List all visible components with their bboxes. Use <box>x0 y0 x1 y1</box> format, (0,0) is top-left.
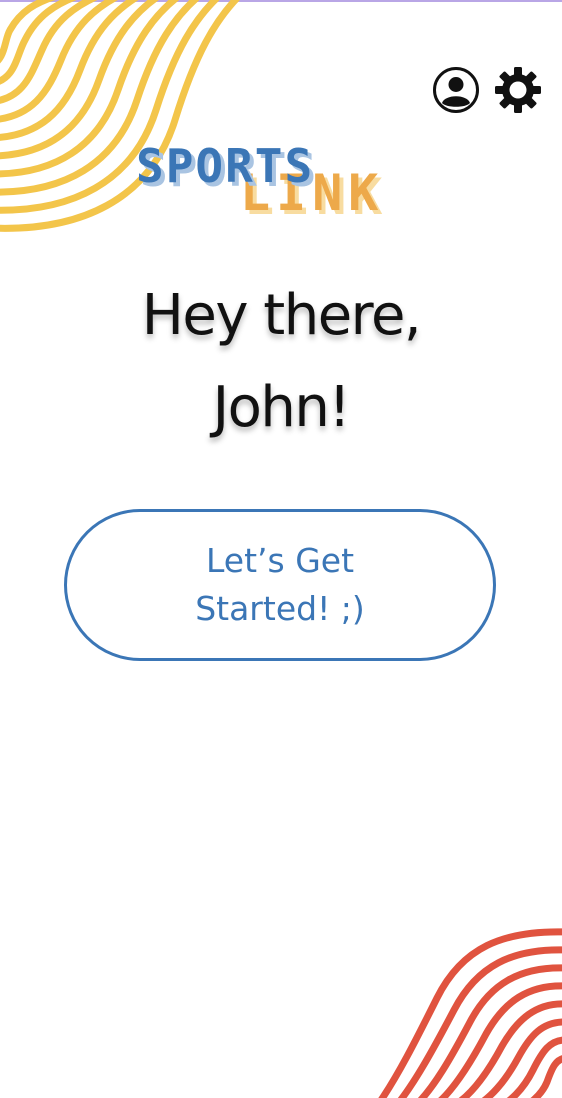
greeting-line-1: Hey there, <box>141 283 422 348</box>
sportslink-logo: LINK LINK SPORTS SPORTS <box>136 140 382 226</box>
logo-sports-word: SPORTS <box>136 140 314 193</box>
get-started-button[interactable]: Let’s Get Started! ;) <box>64 509 496 661</box>
home-screen: LINK LINK SPORTS SPORTS Hey there, John!… <box>0 0 562 1098</box>
get-started-label-line-2: Started! ;) <box>195 589 365 628</box>
user-circle-icon[interactable] <box>432 66 480 114</box>
header-actions <box>432 66 542 114</box>
red-stripes-decoration <box>378 928 562 1098</box>
gear-icon[interactable] <box>494 66 542 114</box>
greeting-heading: Hey there, John! <box>0 270 562 454</box>
greeting-line-2: John! <box>212 375 351 440</box>
get-started-label-line-1: Let’s Get <box>205 541 355 580</box>
